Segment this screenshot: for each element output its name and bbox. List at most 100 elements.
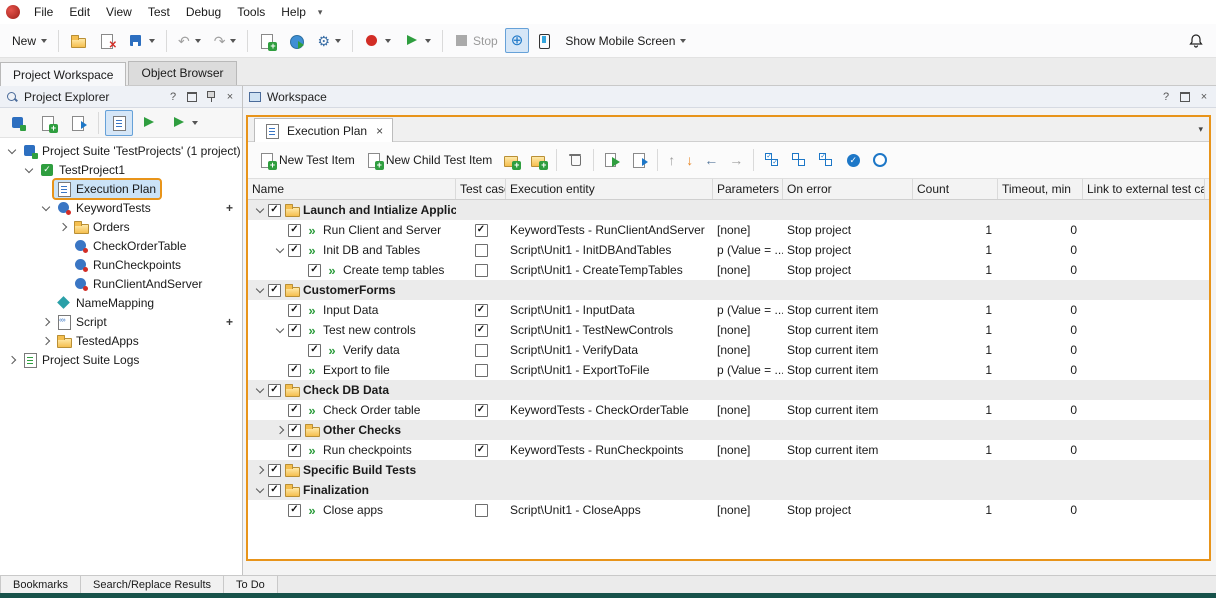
close-button[interactable] bbox=[93, 28, 121, 54]
item-enabled-checkbox[interactable] bbox=[268, 284, 281, 297]
open-button[interactable] bbox=[64, 28, 92, 54]
new-child-group-button[interactable] bbox=[525, 147, 551, 173]
item-enabled-checkbox[interactable] bbox=[308, 344, 321, 357]
close-icon[interactable]: × bbox=[1197, 90, 1211, 104]
tree-item-testedapps[interactable]: TestedApps bbox=[0, 331, 242, 350]
item-enabled-checkbox[interactable] bbox=[308, 264, 321, 277]
bottom-tab-search-replace-results[interactable]: Search/Replace Results bbox=[81, 576, 224, 593]
test-case-checkbox[interactable] bbox=[475, 404, 488, 417]
item-enabled-checkbox[interactable] bbox=[288, 504, 301, 517]
tree-item-checkordertable[interactable]: CheckOrderTable bbox=[0, 236, 242, 255]
expander-right-icon[interactable] bbox=[38, 338, 54, 344]
plan-group-row-customerforms[interactable]: CustomerForms bbox=[248, 280, 1209, 300]
item-enabled-checkbox[interactable] bbox=[288, 444, 301, 457]
help-icon[interactable]: ? bbox=[166, 90, 180, 104]
tab-project-workspace[interactable]: Project Workspace bbox=[0, 62, 126, 86]
notifications-button[interactable] bbox=[1182, 28, 1210, 54]
item-enabled-checkbox[interactable] bbox=[268, 384, 281, 397]
expander-right-icon[interactable] bbox=[252, 467, 268, 473]
bottom-tab-bookmarks[interactable]: Bookmarks bbox=[0, 576, 81, 593]
tools-button[interactable]: ⚙ bbox=[311, 29, 347, 53]
plan-test-row-check-order-table[interactable]: Check Order tableKeywordTests - CheckOrd… bbox=[248, 400, 1209, 420]
column-header-on-error[interactable]: On error bbox=[783, 179, 913, 199]
plan-group-row-specific-build-tests[interactable]: Specific Build Tests bbox=[248, 460, 1209, 480]
plan-test-row-input-data[interactable]: Input DataScript\Unit1 - InputDatap (Val… bbox=[248, 300, 1209, 320]
new-group-button[interactable] bbox=[498, 147, 524, 173]
plan-group-row-other-checks[interactable]: Other Checks bbox=[248, 420, 1209, 440]
column-header-execution-entity[interactable]: Execution entity bbox=[506, 179, 713, 199]
item-enabled-checkbox[interactable] bbox=[288, 404, 301, 417]
run-project-button[interactable] bbox=[135, 110, 163, 136]
menu-view[interactable]: View bbox=[98, 1, 140, 23]
expander-down-icon[interactable] bbox=[252, 488, 268, 492]
column-header-test-case[interactable]: Test case bbox=[456, 179, 506, 199]
move-left-button[interactable]: ← bbox=[699, 148, 723, 172]
expander-down-icon[interactable] bbox=[4, 149, 20, 153]
plan-group-row-finalization[interactable]: Finalization bbox=[248, 480, 1209, 500]
expander-down-icon[interactable] bbox=[252, 288, 268, 292]
check-all-items-button[interactable] bbox=[759, 147, 785, 173]
plan-test-row-run-checkpoints[interactable]: Run checkpointsKeywordTests - RunCheckpo… bbox=[248, 440, 1209, 460]
plan-test-row-init-db-and-tables[interactable]: Init DB and TablesScript\Unit1 - InitDBA… bbox=[248, 240, 1209, 260]
column-header-count[interactable]: Count bbox=[913, 179, 998, 199]
export-item-button[interactable] bbox=[64, 110, 92, 136]
tree-item-namemapping[interactable]: NameMapping bbox=[0, 293, 242, 312]
test-case-checkbox[interactable] bbox=[475, 224, 488, 237]
tree-item-testproject1[interactable]: TestProject1 bbox=[0, 160, 242, 179]
mobile-screen-icon-button[interactable] bbox=[530, 28, 558, 54]
close-tab-icon[interactable]: × bbox=[376, 125, 383, 137]
expander-down-icon[interactable] bbox=[272, 328, 288, 332]
checkpoint-wizard-button[interactable] bbox=[282, 28, 310, 54]
object-spy-button[interactable]: ⊕ bbox=[505, 28, 530, 53]
tree-item-project-suite-logs[interactable]: Project Suite Logs bbox=[0, 350, 242, 369]
record-button[interactable] bbox=[358, 28, 397, 54]
item-enabled-checkbox[interactable] bbox=[288, 304, 301, 317]
run-project-suite-button[interactable] bbox=[165, 110, 204, 136]
pin-icon[interactable] bbox=[204, 90, 218, 104]
plan-test-row-export-to-file[interactable]: Export to fileScript\Unit1 - ExportToFil… bbox=[248, 360, 1209, 380]
show-mobile-screen-button[interactable]: Show Mobile Screen bbox=[559, 29, 692, 53]
uncheck-all-items-button[interactable] bbox=[786, 147, 812, 173]
menu-test[interactable]: Test bbox=[140, 1, 178, 23]
test-case-checkbox[interactable] bbox=[475, 344, 488, 357]
move-up-button[interactable]: ↑ bbox=[663, 148, 680, 172]
undo-button[interactable]: ↶ bbox=[172, 29, 207, 53]
run-selected-item-button[interactable] bbox=[599, 147, 625, 173]
tree-item-orders[interactable]: Orders bbox=[0, 217, 242, 236]
new-button[interactable]: New bbox=[6, 29, 53, 53]
menu-overflow-chevron-icon[interactable]: ▾ bbox=[314, 7, 327, 18]
plan-group-row-check-db-data[interactable]: Check DB Data bbox=[248, 380, 1209, 400]
show-report-button[interactable] bbox=[626, 147, 652, 173]
test-case-checkbox[interactable] bbox=[475, 304, 488, 317]
tree-item-runcheckpoints[interactable]: RunCheckpoints bbox=[0, 255, 242, 274]
tree-item-keywordtests[interactable]: KeywordTests+ bbox=[0, 198, 242, 217]
float-panel-icon[interactable] bbox=[185, 90, 199, 104]
add-project-item-button[interactable] bbox=[4, 110, 32, 136]
expander-down-icon[interactable] bbox=[38, 206, 54, 210]
float-panel-icon[interactable] bbox=[1178, 90, 1192, 104]
add-child-button[interactable]: + bbox=[226, 315, 233, 329]
menu-edit[interactable]: Edit bbox=[61, 1, 98, 23]
item-enabled-checkbox[interactable] bbox=[288, 244, 301, 257]
menu-file[interactable]: File bbox=[26, 1, 61, 23]
add-child-button[interactable]: + bbox=[226, 201, 233, 215]
enable-selected-items-button[interactable] bbox=[840, 147, 866, 173]
invert-checked-items-button[interactable] bbox=[813, 147, 839, 173]
tab-list-chevron-icon[interactable]: ▾ bbox=[1198, 124, 1203, 135]
new-child-test-item-button[interactable]: New Child Test Item bbox=[361, 147, 497, 173]
item-enabled-checkbox[interactable] bbox=[268, 204, 281, 217]
expander-down-icon[interactable] bbox=[252, 208, 268, 212]
menu-help[interactable]: Help bbox=[273, 1, 314, 23]
plan-test-row-run-client-and-server[interactable]: Run Client and ServerKeywordTests - RunC… bbox=[248, 220, 1209, 240]
tree-item-script[interactable]: Script+ bbox=[0, 312, 242, 331]
move-down-button[interactable]: ↓ bbox=[681, 148, 698, 172]
edit-execution-plan-button[interactable] bbox=[105, 110, 133, 136]
column-header-name[interactable]: Name bbox=[248, 179, 456, 199]
menu-tools[interactable]: Tools bbox=[229, 1, 273, 23]
delete-item-button[interactable] bbox=[562, 147, 588, 173]
test-case-checkbox[interactable] bbox=[475, 444, 488, 457]
expander-right-icon[interactable] bbox=[38, 319, 54, 325]
column-header-parameters[interactable]: Parameters bbox=[713, 179, 783, 199]
run-button[interactable] bbox=[398, 28, 437, 54]
item-enabled-checkbox[interactable] bbox=[268, 464, 281, 477]
